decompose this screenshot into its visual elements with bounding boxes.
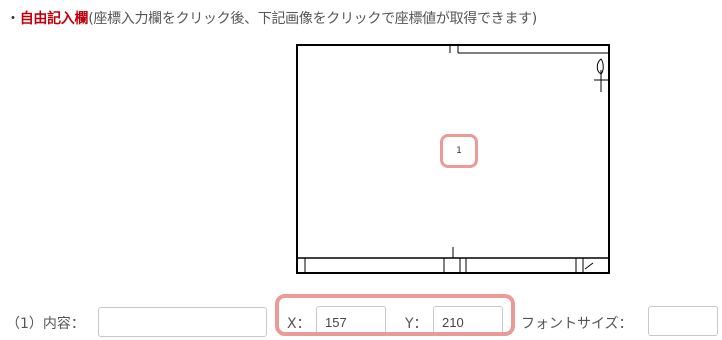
section-heading: ・自由記入欄(座標入力欄をクリック後、下記画像をクリックで座標値が取得できます) <box>6 9 537 29</box>
font-size-input[interactable] <box>648 306 718 336</box>
section-instruction: (座標入力欄をクリック後、下記画像をクリックで座標値が取得できます) <box>88 11 537 27</box>
content-input[interactable] <box>98 307 267 337</box>
selected-number-marker: 1 <box>440 134 478 168</box>
y-label: Y： <box>405 316 428 332</box>
font-size-label: フォントサイズ： <box>521 316 633 332</box>
y-coordinate-input[interactable] <box>433 306 503 336</box>
bullet-mark: ・ <box>6 11 20 27</box>
section-title: 自由記入欄 <box>19 11 89 27</box>
marker-number: 1 <box>456 146 462 156</box>
x-coordinate-input[interactable] <box>316 306 386 336</box>
x-label: X： <box>287 316 311 332</box>
content-label: （1）内容： <box>6 316 85 332</box>
